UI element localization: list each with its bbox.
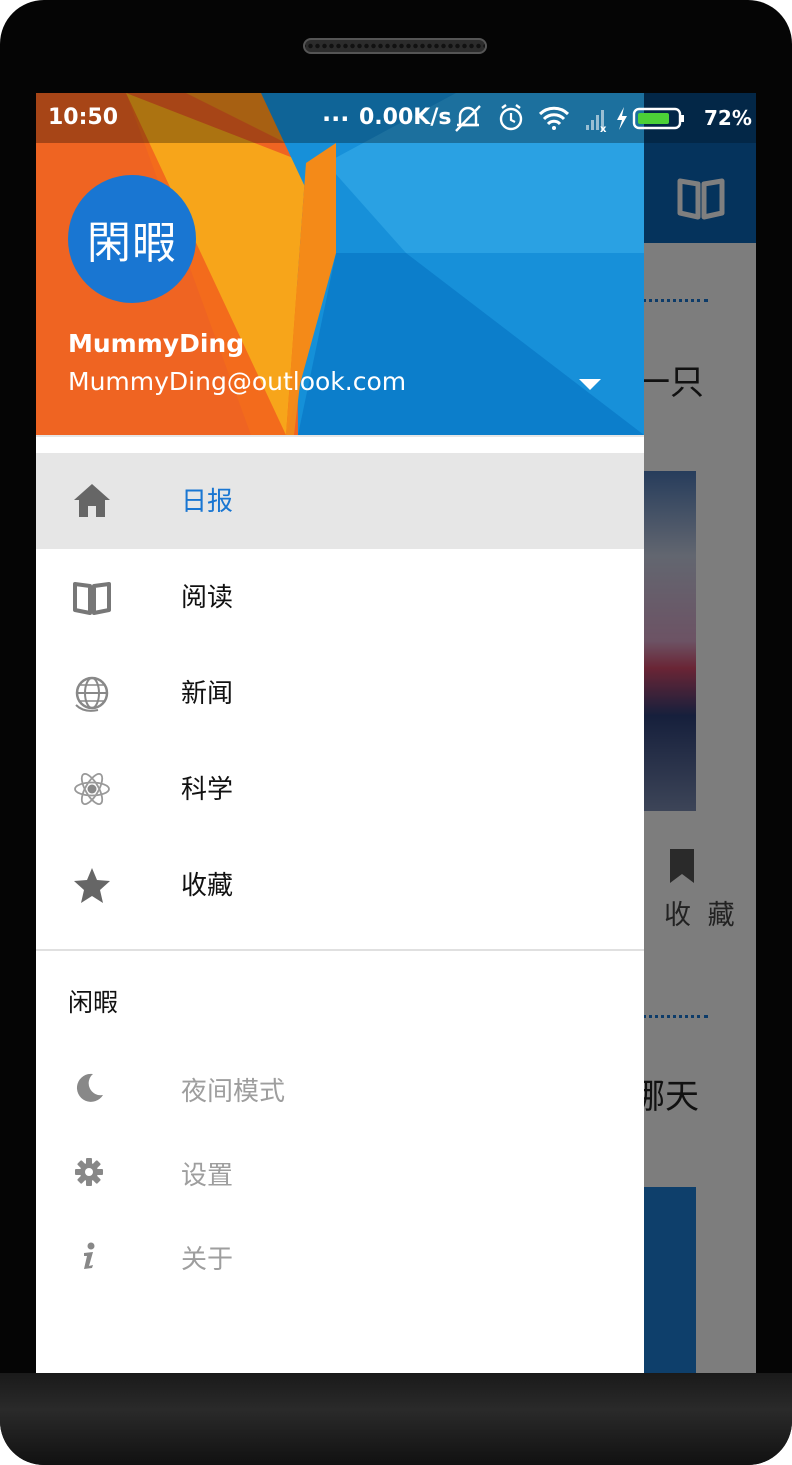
divider <box>36 949 644 951</box>
nav-item-label: 日报 <box>181 487 234 517</box>
menu-item-label: 关于 <box>181 1245 234 1275</box>
nav-item-science[interactable]: 科学 <box>36 741 644 837</box>
svg-text:x: x <box>600 124 607 133</box>
avatar[interactable]: 閑暇 <box>68 175 196 303</box>
atom-icon <box>74 773 110 805</box>
phone-frame: 一只 收 藏 哪天 <box>0 0 792 1465</box>
home-icon <box>74 484 110 517</box>
moon-icon <box>76 1073 103 1102</box>
network-speed: 0.00K/s <box>359 105 452 130</box>
menu-item-night-mode[interactable]: 夜间模式 <box>36 1047 644 1131</box>
phone-bottom-bezel <box>0 1373 792 1465</box>
nav-item-label: 阅读 <box>181 583 234 613</box>
section-title: 闲暇 <box>68 988 119 1017</box>
divider <box>36 435 644 437</box>
status-bar: 10:50 ... 0.00K/s x 72% <box>36 93 756 143</box>
status-time: 10:50 <box>48 105 119 130</box>
star-icon <box>74 868 110 903</box>
earpiece-speaker <box>303 38 487 54</box>
nav-item-label: 收藏 <box>181 871 234 901</box>
nav-item-reading[interactable]: 阅读 <box>36 549 644 645</box>
book-icon <box>73 582 111 615</box>
menu-item-label: 设置 <box>181 1161 234 1191</box>
account-dropdown-icon[interactable] <box>579 379 601 390</box>
nav-item-label: 科学 <box>181 775 234 805</box>
user-name: MummyDing <box>68 329 245 358</box>
wifi-icon <box>538 106 570 130</box>
menu-item-about[interactable]: 关于 <box>36 1215 644 1299</box>
mute-icon <box>455 105 481 132</box>
screen: 一只 收 藏 哪天 <box>36 93 756 1373</box>
user-email: MummyDing@outlook.com <box>68 367 407 396</box>
globe-icon <box>75 676 109 712</box>
status-overflow-dots: ... <box>322 99 350 127</box>
menu-item-label: 夜间模式 <box>181 1077 286 1107</box>
battery-icon <box>632 107 684 130</box>
nav-item-daily[interactable]: 日报 <box>36 453 644 549</box>
info-icon <box>84 1242 95 1269</box>
nav-item-label: 新闻 <box>181 679 234 709</box>
nav-item-favorites[interactable]: 收藏 <box>36 837 644 933</box>
drawer-header: 閑暇 MummyDing MummyDing@outlook.com <box>36 93 644 435</box>
navigation-drawer: 閑暇 MummyDing MummyDing@outlook.com 日报 阅读 <box>36 93 644 1373</box>
alarm-icon <box>499 104 523 131</box>
status-icons: x <box>455 104 684 133</box>
battery-percent: 72% <box>704 106 752 130</box>
menu-item-settings[interactable]: 设置 <box>36 1131 644 1215</box>
nav-item-news[interactable]: 新闻 <box>36 645 644 741</box>
gear-icon <box>75 1158 103 1186</box>
charging-icon <box>617 107 627 130</box>
